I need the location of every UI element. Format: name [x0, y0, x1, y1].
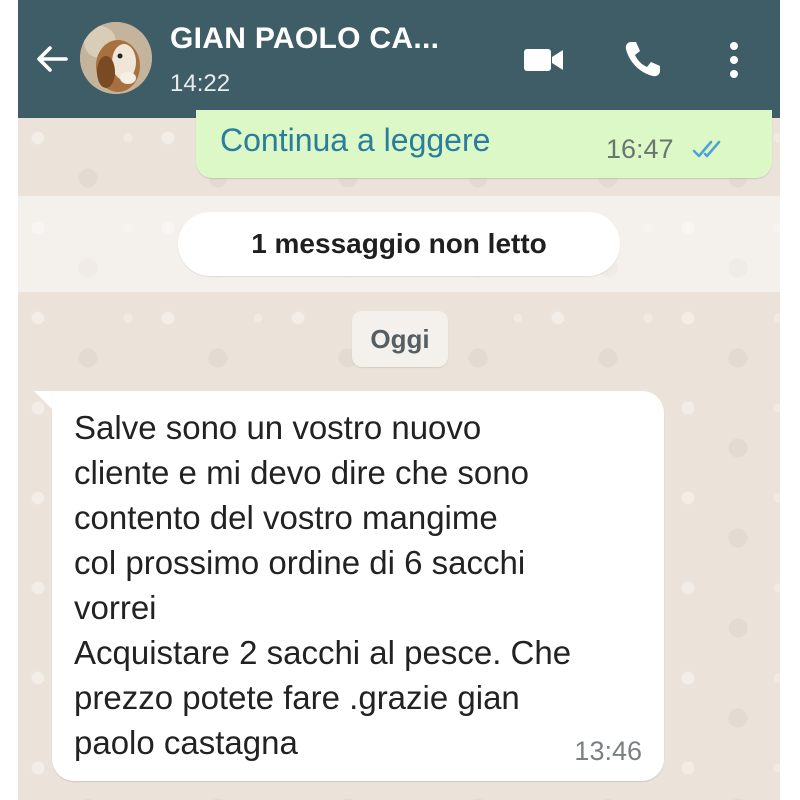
arrow-left-icon[interactable] [32, 38, 74, 80]
chat-header: GIAN PAOLO CA... 14:22 [18, 0, 780, 118]
message-line: prezzo potete fare .grazie gian [74, 679, 520, 716]
message-line: Acquistare 2 sacchi al pesce. Che [74, 634, 572, 671]
chat-screen: GIAN PAOLO CA... 14:22 Continua a legger… [18, 0, 780, 800]
message-time: 13:46 [574, 736, 642, 766]
read-more-link[interactable]: Continua a leggere [220, 122, 490, 159]
message-line: Salve sono un vostro nuovo [74, 409, 482, 446]
outgoing-message[interactable]: Continua a leggere 16:47 [196, 110, 772, 178]
double-check-icon [692, 140, 721, 158]
more-vert-icon[interactable] [710, 36, 758, 84]
message-line: cliente e mi devo dire che sono [74, 454, 529, 491]
message-line: vorrei [74, 589, 157, 626]
message-time: 16:47 [606, 134, 674, 164]
message-line: paolo castagna [74, 724, 298, 761]
unread-messages-banner: 1 messaggio non letto [178, 212, 620, 276]
message-text[interactable]: Salve sono un vostro nuovo cliente e mi … [74, 405, 571, 765]
contact-name[interactable]: GIAN PAOLO CA... [170, 22, 439, 56]
incoming-message[interactable]: Salve sono un vostro nuovo cliente e mi … [52, 391, 664, 781]
last-seen-status: 14:22 [170, 70, 231, 97]
video-call-icon[interactable] [520, 36, 568, 84]
message-line: col prossimo ordine di 6 sacchi [74, 544, 526, 581]
contact-photo [80, 22, 152, 94]
message-line: contento del vostro mangime [74, 499, 498, 536]
phone-icon[interactable] [618, 36, 666, 84]
avatar[interactable] [80, 22, 152, 94]
date-separator: Oggi [352, 311, 448, 367]
